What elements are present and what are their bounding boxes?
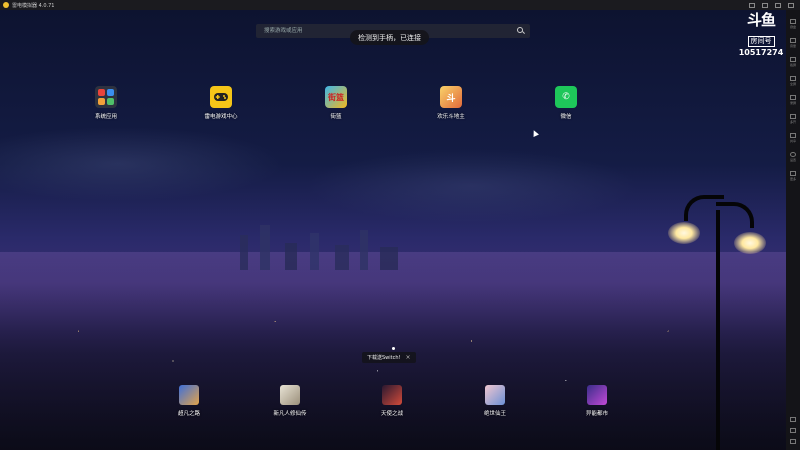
sidebar-item-keyboard[interactable]: 键盘 bbox=[789, 19, 796, 29]
sidebar-item-volume[interactable]: 音量 bbox=[789, 38, 796, 48]
sidebar-item-label: 键盘 bbox=[789, 25, 796, 29]
minimize-icon[interactable] bbox=[762, 2, 768, 8]
app-label: 街篮 bbox=[330, 114, 342, 120]
menu-icon[interactable] bbox=[749, 2, 755, 8]
app-label: 雷电游戏中心 bbox=[204, 114, 238, 120]
game-icon bbox=[485, 385, 505, 405]
app-label: 欢乐斗地主 bbox=[437, 114, 465, 120]
street-lamp-pole bbox=[716, 210, 720, 450]
search-icon[interactable] bbox=[517, 27, 523, 33]
close-icon[interactable] bbox=[788, 2, 794, 8]
app-label: 异能都市 bbox=[585, 411, 608, 417]
douyu-watermark: 斗鱼 房间号 10517274 bbox=[738, 12, 784, 58]
sidebar-item-more[interactable]: 更多 bbox=[789, 171, 796, 181]
fullscreen-icon bbox=[789, 76, 796, 81]
card-game-icon: 斗 bbox=[440, 86, 462, 108]
home-icon[interactable] bbox=[790, 428, 796, 433]
folder-share-icon bbox=[789, 133, 796, 138]
douyu-logo: 斗鱼 bbox=[746, 11, 776, 29]
sidebar-item-label: 设置 bbox=[789, 158, 796, 162]
dock-app[interactable]: 新凡人修仙传 bbox=[260, 385, 320, 417]
sidebar-item-multi[interactable]: 多开 bbox=[789, 114, 796, 124]
app-label: 系统应用 bbox=[94, 114, 117, 120]
back-icon[interactable] bbox=[790, 417, 796, 422]
sidebar-item-label: 录屏 bbox=[789, 101, 796, 105]
emulator-sidebar: 键盘 音量 截屏 全屏 录屏 多开 共享 设置 更多 bbox=[786, 10, 800, 450]
sidebar-item-label: 共享 bbox=[789, 139, 796, 143]
sidebar-item-label: 截屏 bbox=[789, 63, 796, 67]
keyboard-icon bbox=[789, 19, 796, 24]
sidebar-item-fullscreen[interactable]: 全屏 bbox=[789, 76, 796, 86]
gamepad-connected-toast: 检测到手柄，已连接 bbox=[350, 30, 429, 45]
close-icon[interactable]: × bbox=[406, 354, 411, 361]
app-label: 天使之战 bbox=[380, 411, 403, 417]
recent-apps-icon[interactable] bbox=[790, 439, 796, 444]
app-label: 微信 bbox=[560, 114, 572, 120]
promo-notification[interactable]: 下载送Switch! × bbox=[362, 352, 416, 363]
record-icon bbox=[789, 95, 796, 100]
room-label: 房间号 bbox=[747, 36, 775, 47]
city-lights bbox=[0, 252, 786, 450]
game-icon bbox=[179, 385, 199, 405]
folder-icon bbox=[95, 86, 117, 108]
sidebar-item-settings[interactable]: 设置 bbox=[789, 152, 796, 162]
sidebar-item-label: 多开 bbox=[789, 120, 796, 124]
app-label: 超凡之路 bbox=[177, 411, 200, 417]
game-icon bbox=[280, 385, 300, 405]
game-icon bbox=[382, 385, 402, 405]
sidebar-item-label: 全屏 bbox=[789, 82, 796, 86]
city-skyline bbox=[230, 225, 410, 270]
app-wechat[interactable]: ✆ 微信 bbox=[536, 86, 596, 120]
maximize-icon[interactable] bbox=[775, 2, 781, 8]
window-controls bbox=[749, 2, 800, 8]
app-label: 绝世仙王 bbox=[483, 411, 506, 417]
basketball-game-icon: 街篮 bbox=[325, 86, 347, 108]
app-doudizhu[interactable]: 斗 欢乐斗地主 bbox=[421, 86, 481, 120]
app-game-center[interactable]: 雷电游戏中心 bbox=[191, 86, 251, 120]
dock-app[interactable]: 天使之战 bbox=[362, 385, 422, 417]
more-icon bbox=[789, 171, 796, 176]
wechat-icon: ✆ bbox=[555, 86, 577, 108]
scissors-icon bbox=[789, 57, 796, 62]
window-title: 雷电模拟器 4.0.71 bbox=[12, 2, 55, 9]
dock-app[interactable]: 超凡之路 bbox=[159, 385, 219, 417]
room-number: 10517274 bbox=[738, 48, 784, 57]
app-system-apps[interactable]: 系统应用 bbox=[76, 86, 136, 120]
sidebar-item-label: 更多 bbox=[789, 177, 796, 181]
street-lamp-light-right bbox=[734, 232, 766, 254]
app-logo-icon bbox=[3, 2, 9, 8]
multi-window-icon bbox=[789, 114, 796, 119]
street-lamp-light-left bbox=[668, 222, 700, 244]
gear-icon bbox=[789, 152, 796, 157]
sidebar-item-label: 音量 bbox=[789, 44, 796, 48]
notification-text: 下载送Switch! bbox=[367, 355, 401, 361]
title-bar: 雷电模拟器 4.0.71 bbox=[0, 0, 800, 10]
sidebar-item-screenshot[interactable]: 截屏 bbox=[789, 57, 796, 67]
game-icon bbox=[587, 385, 607, 405]
app-label: 新凡人修仙传 bbox=[273, 411, 307, 417]
sidebar-nav bbox=[790, 417, 796, 444]
gamepad-icon bbox=[210, 86, 232, 108]
app-jietou[interactable]: 街篮 街篮 bbox=[306, 86, 366, 120]
sidebar-item-record[interactable]: 录屏 bbox=[789, 95, 796, 105]
dock-app[interactable]: 异能都市 bbox=[567, 385, 627, 417]
dock-app[interactable]: 绝世仙王 bbox=[465, 385, 525, 417]
volume-icon bbox=[789, 38, 796, 43]
page-indicator bbox=[392, 347, 395, 350]
sidebar-item-share[interactable]: 共享 bbox=[789, 133, 796, 143]
